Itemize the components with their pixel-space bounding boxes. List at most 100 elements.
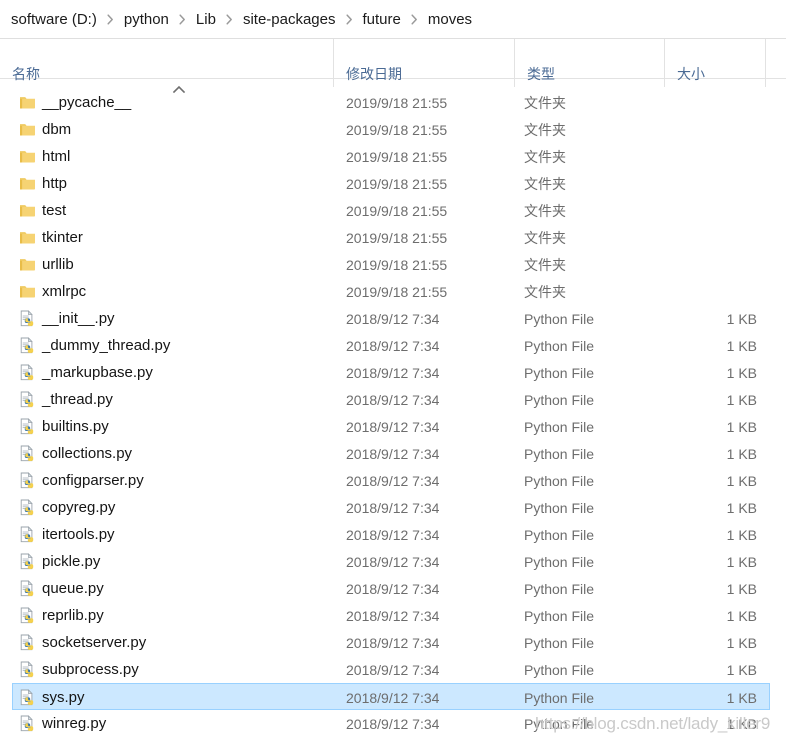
file-type-cell: Python File bbox=[524, 554, 595, 570]
file-type-cell: Python File bbox=[524, 473, 595, 489]
date-modified-cell: 2018/9/12 7:34 bbox=[346, 500, 440, 516]
file-list-row[interactable]: configparser.py 2018/9/12 7:34 Python File… bbox=[0, 467, 786, 494]
file-list-row[interactable]: itertools.py 2018/9/12 7:34 Python File 1 K… bbox=[0, 521, 786, 548]
file-type-cell: 文件夹 bbox=[524, 149, 566, 165]
date-modified-cell: 2018/9/12 7:34 bbox=[346, 446, 440, 462]
file-list-row[interactable]: collections.py 2018/9/12 7:34 Python File 1… bbox=[0, 440, 786, 467]
python-file-icon bbox=[19, 337, 36, 354]
file-size-cell: 1 KB bbox=[726, 716, 757, 732]
file-type-cell: Python File bbox=[524, 662, 595, 678]
file-list-row[interactable]: socketserver.py 2018/9/12 7:34 Python File… bbox=[0, 629, 786, 656]
breadcrumb-separator-chevron-right-icon bbox=[339, 14, 360, 25]
date-modified-cell: 2018/9/12 7:34 bbox=[346, 392, 440, 408]
file-list-row[interactable]: test 2019/9/18 21:55 文件夹 bbox=[0, 197, 786, 224]
date-modified-cell: 2019/9/18 21:55 bbox=[346, 149, 448, 165]
date-modified-cell: 2018/9/12 7:34 bbox=[346, 581, 440, 597]
file-name-cell: socketserver.py bbox=[42, 634, 147, 651]
column-header-name[interactable]: 名称 bbox=[0, 39, 334, 87]
folder-icon bbox=[19, 175, 36, 192]
python-file-icon bbox=[19, 661, 36, 678]
file-type-cell: 文件夹 bbox=[524, 176, 566, 192]
breadcrumb-item[interactable]: Lib bbox=[193, 9, 219, 31]
file-type-cell: Python File bbox=[524, 392, 595, 408]
file-name-cell: subprocess.py bbox=[42, 661, 139, 678]
date-modified-cell: 2018/9/12 7:34 bbox=[346, 365, 440, 381]
file-name-cell: __pycache__ bbox=[42, 94, 132, 111]
python-file-icon bbox=[19, 499, 36, 516]
file-list-row[interactable]: copyreg.py 2018/9/12 7:34 Python File 1 KB bbox=[0, 494, 786, 521]
file-list-row[interactable]: winreg.py 2018/9/12 7:34 Python File 1 KB bbox=[0, 710, 786, 737]
file-list-row[interactable]: __init__.py 2018/9/12 7:34 Python File 1 KB bbox=[0, 305, 786, 332]
column-header-type[interactable]: 类型 bbox=[515, 39, 665, 87]
file-type-cell: 文件夹 bbox=[524, 122, 566, 138]
column-header-date[interactable]: 修改日期 bbox=[334, 39, 515, 87]
python-file-icon bbox=[19, 310, 36, 327]
file-list-row[interactable]: _markupbase.py 2018/9/12 7:34 Python File 1… bbox=[0, 359, 786, 386]
folder-icon bbox=[19, 256, 36, 273]
file-list-row[interactable]: __pycache__ 2019/9/18 21:55 文件夹 bbox=[0, 89, 786, 116]
date-modified-cell: 2018/9/12 7:34 bbox=[346, 419, 440, 435]
date-modified-cell: 2019/9/18 21:55 bbox=[346, 230, 448, 246]
breadcrumb-item[interactable]: future bbox=[360, 9, 404, 31]
file-list-row[interactable]: http 2019/9/18 21:55 文件夹 bbox=[0, 170, 786, 197]
python-file-icon bbox=[19, 607, 36, 624]
file-name-cell: pickle.py bbox=[42, 553, 101, 570]
file-name-cell: __init__.py bbox=[42, 310, 115, 327]
file-type-cell: Python File bbox=[524, 500, 595, 516]
file-size-cell: 1 KB bbox=[726, 446, 757, 462]
python-file-icon bbox=[19, 580, 36, 597]
date-modified-cell: 2018/9/12 7:34 bbox=[346, 311, 440, 327]
date-modified-cell: 2019/9/18 21:55 bbox=[346, 95, 448, 111]
file-list-row[interactable]: _thread.py 2018/9/12 7:34 Python File 1 KB bbox=[0, 386, 786, 413]
file-list-row[interactable]: subprocess.py 2018/9/12 7:34 Python File 1 … bbox=[0, 656, 786, 683]
file-name-cell: sys.py bbox=[42, 689, 85, 706]
file-size-cell: 1 KB bbox=[726, 419, 757, 435]
column-header-size[interactable]: 大小 bbox=[665, 39, 766, 87]
file-name-cell: test bbox=[42, 202, 67, 219]
file-name-cell: urllib bbox=[42, 256, 74, 273]
file-type-cell: Python File bbox=[524, 690, 595, 706]
file-list-row[interactable]: _dummy_thread.py 2018/9/12 7:34 Python Fil… bbox=[0, 332, 786, 359]
file-list-row[interactable]: reprlib.py 2018/9/12 7:34 Python File 1 KB bbox=[0, 602, 786, 629]
file-list-row[interactable]: queue.py 2018/9/12 7:34 Python File 1 KB bbox=[0, 575, 786, 602]
file-name-cell: _thread.py bbox=[42, 391, 113, 408]
python-file-icon bbox=[19, 715, 36, 732]
file-name-cell: reprlib.py bbox=[42, 607, 104, 624]
file-list-row[interactable]: builtins.py 2018/9/12 7:34 Python File 1 KB bbox=[0, 413, 786, 440]
breadcrumb-item[interactable]: software (D:) bbox=[8, 9, 100, 31]
folder-icon bbox=[19, 283, 36, 300]
file-type-cell: 文件夹 bbox=[524, 230, 566, 246]
file-size-cell: 1 KB bbox=[726, 581, 757, 597]
date-modified-cell: 2018/9/12 7:34 bbox=[346, 527, 440, 543]
file-size-cell: 1 KB bbox=[726, 365, 757, 381]
file-list-row[interactable]: xmlrpc 2019/9/18 21:55 文件夹 bbox=[0, 278, 786, 305]
file-list-row[interactable]: tkinter 2019/9/18 21:55 文件夹 bbox=[0, 224, 786, 251]
file-name-cell: winreg.py bbox=[42, 715, 107, 732]
file-name-cell: html bbox=[42, 148, 71, 165]
file-list[interactable]: __pycache__ 2019/9/18 21:55 文件夹 dbm 2019/9/1… bbox=[0, 89, 786, 743]
file-size-cell: 1 KB bbox=[726, 338, 757, 354]
file-type-cell: Python File bbox=[524, 446, 595, 462]
breadcrumb-item[interactable]: site-packages bbox=[240, 9, 339, 31]
file-type-cell: 文件夹 bbox=[524, 95, 566, 111]
file-type-cell: Python File bbox=[524, 527, 595, 543]
file-list-row[interactable]: pickle.py 2018/9/12 7:34 Python File 1 KB bbox=[0, 548, 786, 575]
python-file-icon bbox=[19, 445, 36, 462]
breadcrumb-item[interactable]: python bbox=[121, 9, 172, 31]
file-size-cell: 1 KB bbox=[726, 392, 757, 408]
date-modified-cell: 2018/9/12 7:34 bbox=[346, 716, 440, 732]
file-name-cell: collections.py bbox=[42, 445, 133, 462]
date-modified-cell: 2018/9/12 7:34 bbox=[346, 473, 440, 489]
date-modified-cell: 2018/9/12 7:34 bbox=[346, 635, 440, 651]
file-list-row[interactable]: html 2019/9/18 21:55 文件夹 bbox=[0, 143, 786, 170]
file-list-row-selected[interactable]: sys.py 2018/9/12 7:34 Python File 1 KB bbox=[12, 683, 770, 710]
date-modified-cell: 2019/9/18 21:55 bbox=[346, 203, 448, 219]
date-modified-cell: 2019/9/18 21:55 bbox=[346, 257, 448, 273]
file-name-cell: xmlrpc bbox=[42, 283, 87, 300]
date-modified-cell: 2019/9/18 21:55 bbox=[346, 284, 448, 300]
file-type-cell: Python File bbox=[524, 635, 595, 651]
file-list-row[interactable]: urllib 2019/9/18 21:55 文件夹 bbox=[0, 251, 786, 278]
file-list-row[interactable]: dbm 2019/9/18 21:55 文件夹 bbox=[0, 116, 786, 143]
address-bar[interactable]: software (D:) python Lib site-packages futur… bbox=[0, 0, 786, 39]
breadcrumb-item[interactable]: moves bbox=[425, 9, 475, 31]
